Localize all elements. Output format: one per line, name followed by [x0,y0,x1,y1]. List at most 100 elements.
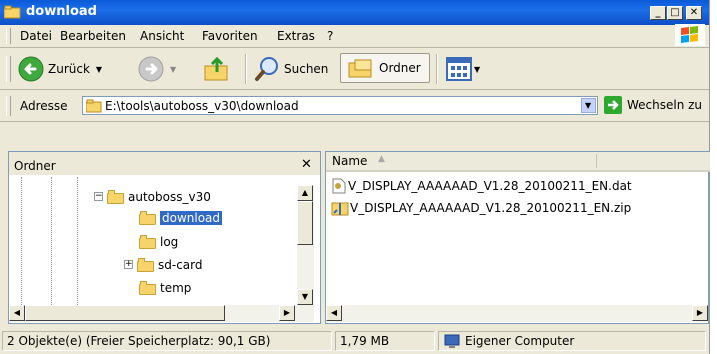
column-header-label: Name [332,154,368,168]
file-list-pane: Name ▲ V_DISPLAY_AAAAAAD_V1.28_20100211_… [325,151,710,324]
tree-item-autoboss[interactable]: − autoboss_v30 [94,187,211,206]
folder-pane-title: Ordner [14,159,56,173]
vertical-scrollbar[interactable]: ▲ ▼ [297,185,314,305]
menu-favoriten[interactable]: Favoriten [202,29,258,43]
search-label: Suchen [284,62,329,76]
back-dropdown-icon[interactable]: ▼ [96,65,102,74]
status-zone-label: Eigener Computer [465,334,575,348]
go-button[interactable]: Wechseln zu [604,96,702,114]
folder-tree-pane: Ordner ✕ − autoboss_v30 download log + s… [8,151,321,324]
forward-arrow-icon [138,56,164,82]
tree-line [51,177,53,305]
dat-file-icon [332,178,346,193]
tree-item-label: log [160,234,179,249]
folders-label: Ordner [379,61,421,75]
status-zone: Eigener Computer [438,331,706,351]
up-button[interactable] [203,56,231,82]
go-label: Wechseln zu [627,98,703,112]
scroll-left-button[interactable]: ◀ [9,305,25,321]
window-title: download [26,4,97,19]
standard-toolbar: Zurück ▼ ▼ Suchen Ordner ▼ [0,48,709,90]
folder-icon [86,99,102,113]
forward-button[interactable]: ▼ [138,56,176,82]
maximize-button[interactable]: □ [667,6,683,20]
sort-ascending-icon: ▲ [378,154,385,164]
address-dropdown-button[interactable]: ▼ [581,98,596,113]
search-button[interactable]: Suchen [254,56,328,82]
scroll-thumb[interactable] [297,201,313,245]
file-name: V_DISPLAY_AAAAAAD_V1.28_20100211_EN.dat [348,178,632,193]
folder-icon [4,5,21,19]
tree-item-label: autoboss_v30 [128,189,211,204]
toolbar-separator [245,54,247,84]
file-row-zip[interactable]: V_DISPLAY_AAAAAAD_V1.28_20100211_EN.zip [331,198,631,217]
address-grip[interactable] [6,96,11,116]
tree-line [77,177,79,305]
expand-icon[interactable]: + [124,260,133,269]
back-arrow-icon [18,56,44,82]
tree-item-temp[interactable]: temp [139,278,191,297]
zip-file-icon [331,202,349,215]
scroll-left-button[interactable]: ◀ [326,305,342,321]
go-arrow-icon [604,96,622,114]
scroll-down-button[interactable]: ▼ [297,289,313,305]
tree-item-label: temp [160,280,192,295]
folder-pane-header: Ordner ✕ [9,152,320,175]
address-input[interactable]: E:\tools\autoboss_v30\download ▼ [82,96,598,115]
scroll-up-button[interactable]: ▲ [297,185,313,201]
status-bar: 2 Objekte(e) (Freier Speicherplatz: 90,1… [0,328,709,354]
file-row-dat[interactable]: V_DISPLAY_AAAAAAD_V1.28_20100211_EN.dat [331,176,632,195]
tree-item-label: download [160,210,223,225]
explorer-window: download _ □ ✕ Datei Bearbeiten Ansicht … [0,0,710,354]
folder-open-icon [139,210,157,225]
menu-datei[interactable]: Datei [20,29,52,43]
folder-icon [139,280,157,295]
folders-button[interactable]: Ordner [340,53,430,83]
collapse-icon[interactable]: − [94,192,103,201]
address-bar: Adresse E:\tools\autoboss_v30\download ▼… [0,90,709,122]
close-button[interactable]: ✕ [686,6,702,20]
scroll-right-button[interactable]: ▶ [279,305,295,321]
tree-item-download[interactable]: download [139,208,223,227]
menu-grip[interactable] [6,28,11,44]
address-value: E:\tools\autoboss_v30\download [105,99,299,113]
menu-ansicht[interactable]: Ansicht [140,29,184,43]
toolbar-grip[interactable] [6,56,11,82]
column-divider[interactable] [596,154,597,168]
tree-item-log[interactable]: log [139,232,178,251]
back-label: Zurück [48,62,90,76]
toolbar-separator [436,54,438,84]
menu-help[interactable]: ? [327,29,333,43]
scroll-right-button[interactable]: ▶ [692,305,708,321]
folder-up-icon [204,56,228,81]
search-icon [255,57,278,81]
file-name: V_DISPLAY_AAAAAAD_V1.28_20100211_EN.zip [350,200,632,215]
status-objects: 2 Objekte(e) (Freier Speicherplatz: 90,1… [2,331,332,351]
column-header-name[interactable]: Name ▲ [326,152,710,172]
views-icon [446,57,472,81]
horizontal-scrollbar[interactable]: ◀ ▶ [9,305,314,322]
menu-extras[interactable]: Extras [277,29,315,43]
minimize-button[interactable]: _ [650,6,666,20]
folder-icon [107,189,125,204]
back-button[interactable]: Zurück ▼ [18,56,102,82]
tree-item-sd-card[interactable]: + sd-card [124,255,203,274]
menu-bearbeiten[interactable]: Bearbeiten [60,29,126,43]
close-icon[interactable]: ✕ [301,157,312,172]
horizontal-scrollbar[interactable]: ◀ ▶ [326,305,708,322]
chevron-down-icon: ▼ [585,101,592,110]
address-label: Adresse [20,99,68,113]
status-size: 1,79 MB [335,331,435,351]
computer-icon [444,334,460,348]
forward-dropdown-icon[interactable]: ▼ [170,65,176,74]
menu-bar: Datei Bearbeiten Ansicht Favoriten Extra… [0,25,709,48]
windows-logo-icon [675,24,705,46]
title-bar[interactable]: download _ □ ✕ [0,0,709,25]
scroll-thumb[interactable] [25,305,225,321]
folder-icon [139,234,157,249]
views-dropdown-icon[interactable]: ▼ [474,65,480,74]
folder-icon [137,257,155,272]
views-button[interactable]: ▼ [446,56,480,82]
folders-icon [348,59,372,78]
tree-item-label: sd-card [158,257,203,272]
